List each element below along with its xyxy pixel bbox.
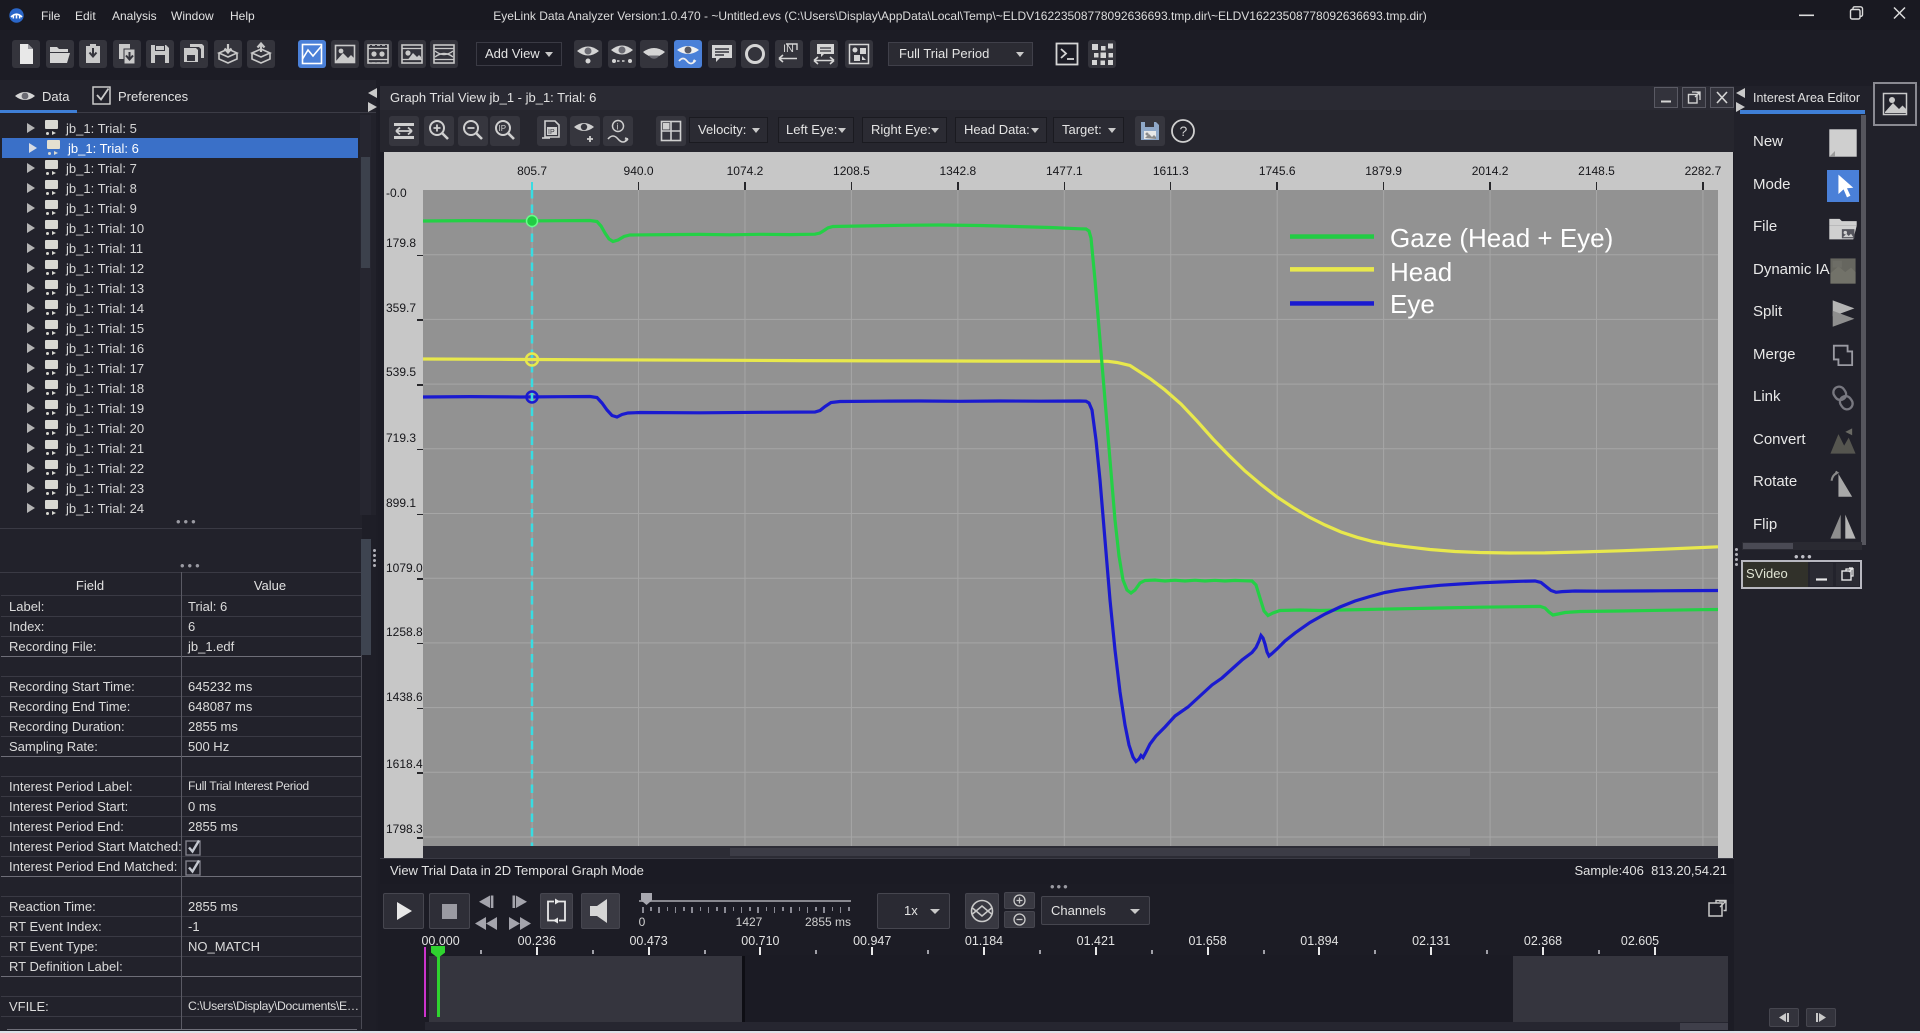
svg-text:IN: IN [783,43,794,55]
svg-text:IP: IP [548,129,555,136]
svg-text:Head: Head [1390,257,1452,287]
svg-text:?: ? [1180,123,1188,139]
svg-text:IP: IP [499,124,507,133]
svg-text:i: i [617,122,619,132]
svg-text:Eye: Eye [1390,289,1435,319]
svg-text:Gaze (Head + Eye): Gaze (Head + Eye) [1390,223,1613,253]
